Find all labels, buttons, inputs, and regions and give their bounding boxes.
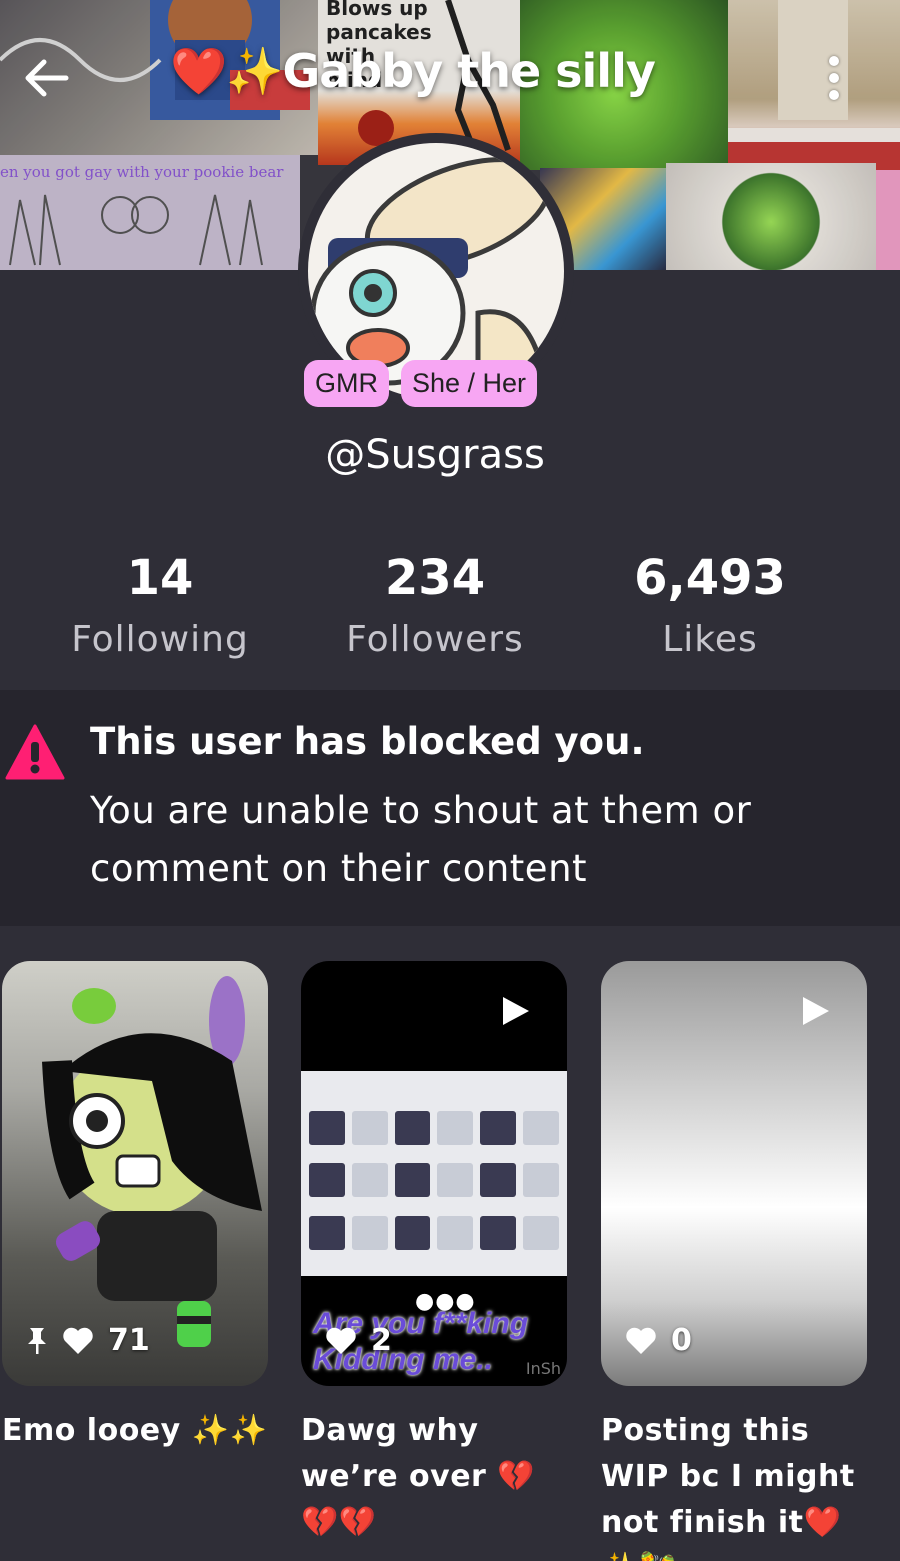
profile-title: ❤️✨Gabby the silly bbox=[170, 44, 656, 98]
likes-label: Likes bbox=[662, 619, 758, 660]
post-caption: Posting this WIP bc I might not finish i… bbox=[601, 1413, 855, 1561]
stat-followers[interactable]: 234 Followers bbox=[285, 548, 585, 670]
heart-icon bbox=[63, 1327, 93, 1354]
blocked-notice: This user has blocked you. You are unabl… bbox=[0, 690, 900, 926]
pin-icon bbox=[28, 1327, 46, 1354]
heart-icon bbox=[326, 1327, 356, 1354]
followers-count: 234 bbox=[384, 550, 486, 606]
kebab-menu-icon bbox=[829, 56, 839, 66]
post-item[interactable]: ●●● Are you f**king Kidding me.. InSh 2 … bbox=[301, 961, 567, 1546]
arrow-left-icon bbox=[25, 59, 69, 97]
post-like-count: 71 bbox=[108, 1323, 150, 1358]
stat-likes: 6,493 Likes bbox=[560, 548, 860, 670]
post-like-count: 0 bbox=[671, 1323, 692, 1358]
following-count: 14 bbox=[126, 550, 194, 606]
post-thumbnail[interactable]: ●●● Are you f**king Kidding me.. InSh 2 bbox=[301, 961, 567, 1386]
following-label: Following bbox=[71, 619, 249, 660]
post-item[interactable]: 71 Emo looey ✨✨ bbox=[2, 961, 268, 1454]
post-thumbnail[interactable]: 0 bbox=[601, 961, 867, 1386]
more-options-button[interactable] bbox=[812, 48, 856, 108]
post-caption: Dawg why we’re over 💔💔💔 bbox=[301, 1413, 536, 1540]
badge-gmr: GMR bbox=[304, 360, 389, 407]
warning-triangle-icon bbox=[5, 724, 65, 780]
username-handle: @Susgrass bbox=[325, 432, 545, 478]
heart-icon bbox=[626, 1327, 656, 1354]
play-icon bbox=[503, 997, 529, 1025]
back-button[interactable] bbox=[18, 50, 74, 106]
notice-title: This user has blocked you. bbox=[90, 720, 645, 763]
post-item[interactable]: 0 Posting this WIP bc I might not finish… bbox=[601, 961, 867, 1561]
post-thumbnail[interactable]: 71 bbox=[2, 961, 268, 1386]
notice-body: You are unable to shout at them or comme… bbox=[90, 789, 752, 890]
stat-following[interactable]: 14 Following bbox=[10, 548, 310, 670]
badge-pronouns: She / Her bbox=[401, 360, 538, 407]
post-caption: Emo looey ✨✨ bbox=[2, 1413, 268, 1448]
followers-label: Followers bbox=[346, 619, 524, 660]
likes-count: 6,493 bbox=[634, 550, 786, 606]
profile-badges: GMR She / Her bbox=[304, 360, 538, 407]
post-like-count: 2 bbox=[371, 1323, 392, 1358]
play-icon bbox=[803, 997, 829, 1025]
watermark: InSh bbox=[525, 1359, 561, 1378]
